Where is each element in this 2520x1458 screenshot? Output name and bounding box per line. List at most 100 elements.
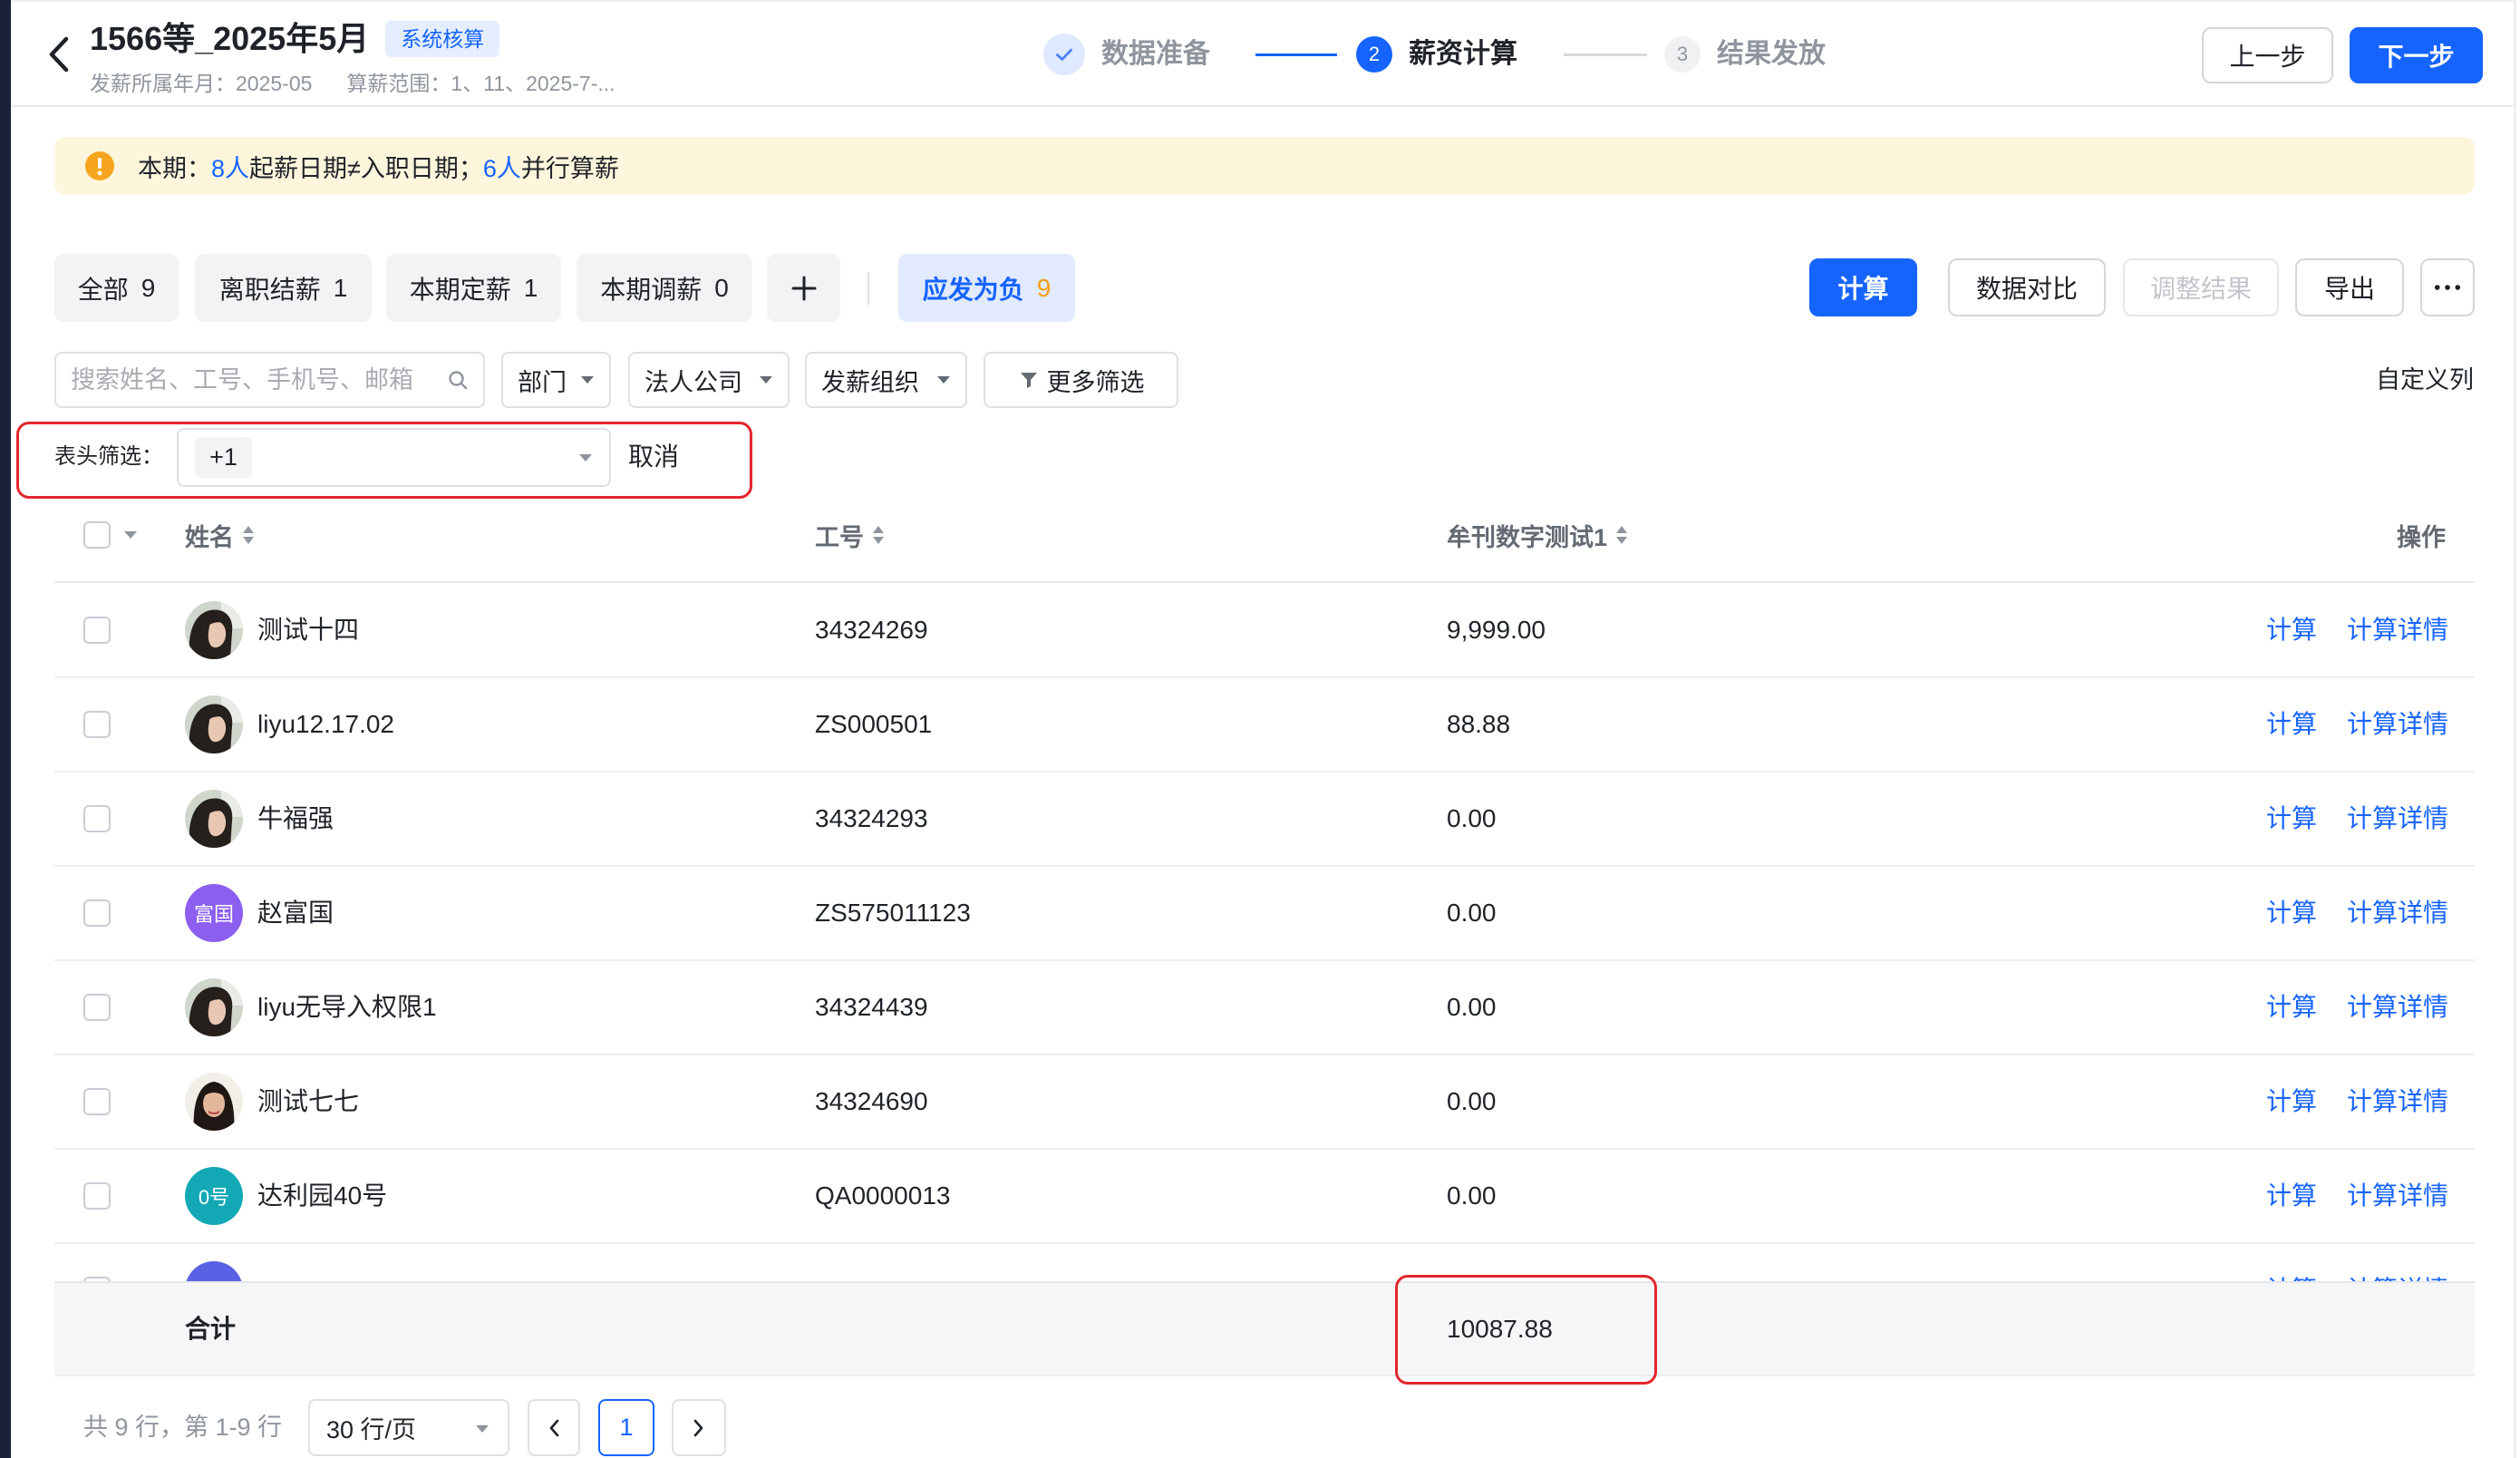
select-label: 发薪组织 bbox=[821, 368, 919, 396]
row-calculate-link[interactable]: 计算 bbox=[2266, 1150, 2317, 1242]
avatar: 富国 bbox=[185, 884, 243, 942]
row-checkbox[interactable] bbox=[83, 1182, 111, 1210]
step-result-release[interactable]: 3 结果发放 bbox=[1664, 36, 1826, 73]
row-checkbox[interactable] bbox=[83, 899, 111, 927]
row-calculate-link[interactable]: 计算 bbox=[2266, 678, 2317, 771]
row-checkbox[interactable] bbox=[83, 711, 111, 738]
prev-page-button[interactable] bbox=[528, 1399, 580, 1456]
salary-value: 9,999.00 bbox=[1447, 616, 1546, 644]
header-filter-label: 表头筛选： bbox=[54, 444, 163, 469]
custom-columns-link[interactable]: 自定义列 bbox=[2376, 352, 2474, 408]
sort-icon[interactable] bbox=[872, 524, 885, 546]
next-page-button[interactable] bbox=[672, 1399, 726, 1456]
row-calculate-detail-link[interactable]: 计算详情 bbox=[2347, 1055, 2448, 1148]
employee-name: 赵富国 bbox=[257, 899, 334, 927]
prev-step-button[interactable]: 上一步 bbox=[2202, 27, 2333, 83]
row-calculate-detail-link[interactable]: 计算详情 bbox=[2347, 678, 2448, 771]
row-calculate-link[interactable]: 计算 bbox=[2266, 961, 2317, 1054]
search-icon[interactable] bbox=[447, 369, 469, 391]
caret-down-icon bbox=[937, 376, 950, 384]
tab-label: 离职结薪 bbox=[218, 275, 321, 304]
column-header-actions: 操作 bbox=[2397, 501, 2446, 569]
avatar-photo bbox=[185, 978, 243, 1036]
legal-entity-select[interactable]: 法人公司 bbox=[628, 352, 790, 408]
notice-prefix: 本期： bbox=[138, 154, 211, 182]
row-calculate-link[interactable]: 计算 bbox=[2266, 1055, 2317, 1148]
column-header-employee-id[interactable]: 工号 bbox=[815, 501, 885, 569]
step-dot bbox=[1043, 34, 1085, 75]
column-header-name[interactable]: 姓名 bbox=[185, 501, 255, 569]
salary-value: 88.88 bbox=[1447, 710, 1511, 738]
step-dot: 3 bbox=[1664, 36, 1701, 73]
compare-data-button[interactable]: 数据对比 bbox=[1948, 258, 2106, 316]
employee-id: 34324269 bbox=[815, 616, 928, 644]
row-calculate-link[interactable]: 计算 bbox=[2266, 1244, 2317, 1281]
page-number-button[interactable]: 1 bbox=[598, 1399, 654, 1456]
row-checkbox[interactable] bbox=[83, 994, 111, 1021]
employee-name: liyu12.17.02 bbox=[257, 710, 395, 738]
employee-name: 测试十四 bbox=[257, 616, 360, 644]
notice-link-parallel[interactable]: 6人 bbox=[483, 149, 521, 184]
search-input[interactable] bbox=[71, 365, 433, 394]
row-calculate-detail-link[interactable]: 计算详情 bbox=[2347, 773, 2448, 865]
row-calculate-detail-link[interactable]: 计算详情 bbox=[2347, 1150, 2448, 1242]
chevron-left-icon[interactable] bbox=[47, 36, 71, 73]
row-checkbox[interactable] bbox=[83, 1088, 111, 1115]
back-button[interactable] bbox=[47, 36, 71, 73]
tab-count: 9 bbox=[141, 273, 156, 302]
avatar bbox=[185, 601, 243, 659]
step-label: 结果发放 bbox=[1717, 39, 1826, 69]
salary-value: 0.00 bbox=[1447, 1181, 1497, 1210]
tab-label: 本期调薪 bbox=[600, 275, 703, 304]
tab-new-salary[interactable]: 本期定薪 1 bbox=[386, 254, 561, 322]
caret-down-icon[interactable] bbox=[123, 530, 138, 539]
column-title: 牟刊数字测试1 bbox=[1447, 523, 1608, 551]
step-payroll-calc[interactable]: 2 薪资计算 bbox=[1356, 36, 1517, 73]
avatar-photo bbox=[185, 1073, 243, 1131]
row-calculate-link[interactable]: 计算 bbox=[2266, 773, 2317, 865]
row-calculate-link[interactable]: 计算 bbox=[2266, 867, 2317, 959]
row-calculate-detail-link[interactable]: 计算详情 bbox=[2347, 1244, 2448, 1281]
tab-all[interactable]: 全部 9 bbox=[54, 254, 179, 322]
step-data-prep[interactable]: 数据准备 bbox=[1043, 34, 1210, 75]
table-row: liyu12.17.02 ZS000501 88.88 计算 计算详情 bbox=[54, 678, 2475, 773]
more-filters-button[interactable]: 更多筛选 bbox=[984, 352, 1178, 408]
payroll-org-select[interactable]: 发薪组织 bbox=[805, 352, 967, 408]
avatar-initials: 0号 bbox=[198, 1186, 230, 1209]
header-filter-cancel[interactable]: 取消 bbox=[628, 439, 679, 475]
row-calculate-detail-link[interactable]: 计算详情 bbox=[2347, 584, 2448, 676]
salary-value: 0.00 bbox=[1447, 804, 1497, 832]
caret-down-icon bbox=[476, 1425, 489, 1433]
check-icon bbox=[1056, 48, 1072, 61]
calculate-button[interactable]: 计算 bbox=[1809, 258, 1917, 316]
tab-resigned[interactable]: 离职结薪 1 bbox=[195, 254, 372, 322]
employee-id: 34324293 bbox=[815, 804, 928, 832]
column-header-value[interactable]: 牟刊数字测试1 bbox=[1447, 501, 1628, 569]
period-value: 2025-05 bbox=[236, 72, 313, 95]
add-tab-button[interactable] bbox=[767, 254, 840, 322]
tab-salary-adjust[interactable]: 本期调薪 0 bbox=[577, 254, 752, 322]
chevron-right-icon bbox=[693, 1419, 703, 1436]
row-calculate-link[interactable]: 计算 bbox=[2266, 584, 2317, 676]
salary-value: 0.00 bbox=[1447, 1087, 1497, 1115]
next-step-button[interactable]: 下一步 bbox=[2350, 27, 2483, 83]
table-row: 0号 达利园40号 QA0000013 0.00 计算 计算详情 bbox=[54, 1150, 2475, 1244]
department-select[interactable]: 部门 bbox=[501, 352, 611, 408]
column-title: 姓名 bbox=[185, 523, 234, 551]
more-actions-button[interactable] bbox=[2420, 258, 2475, 316]
row-calculate-detail-link[interactable]: 计算详情 bbox=[2347, 961, 2448, 1054]
app-sidebar-edge bbox=[0, 0, 11, 1458]
sort-icon[interactable] bbox=[1615, 524, 1628, 546]
notice-link-start-date[interactable]: 8人 bbox=[211, 149, 249, 184]
quick-filter-negative-pay[interactable]: 应发为负 9 bbox=[898, 254, 1075, 322]
avatar bbox=[185, 1261, 243, 1281]
export-button[interactable]: 导出 bbox=[2295, 258, 2404, 316]
header-filter-select[interactable]: +1 bbox=[177, 428, 611, 487]
row-checkbox[interactable] bbox=[83, 805, 111, 832]
select-all-checkbox[interactable] bbox=[83, 521, 111, 549]
row-checkbox[interactable] bbox=[83, 617, 111, 644]
page-size-select[interactable]: 30 行/页 bbox=[308, 1399, 509, 1456]
step-label: 数据准备 bbox=[1101, 39, 1210, 69]
sort-icon[interactable] bbox=[242, 524, 255, 546]
row-calculate-detail-link[interactable]: 计算详情 bbox=[2347, 867, 2448, 959]
